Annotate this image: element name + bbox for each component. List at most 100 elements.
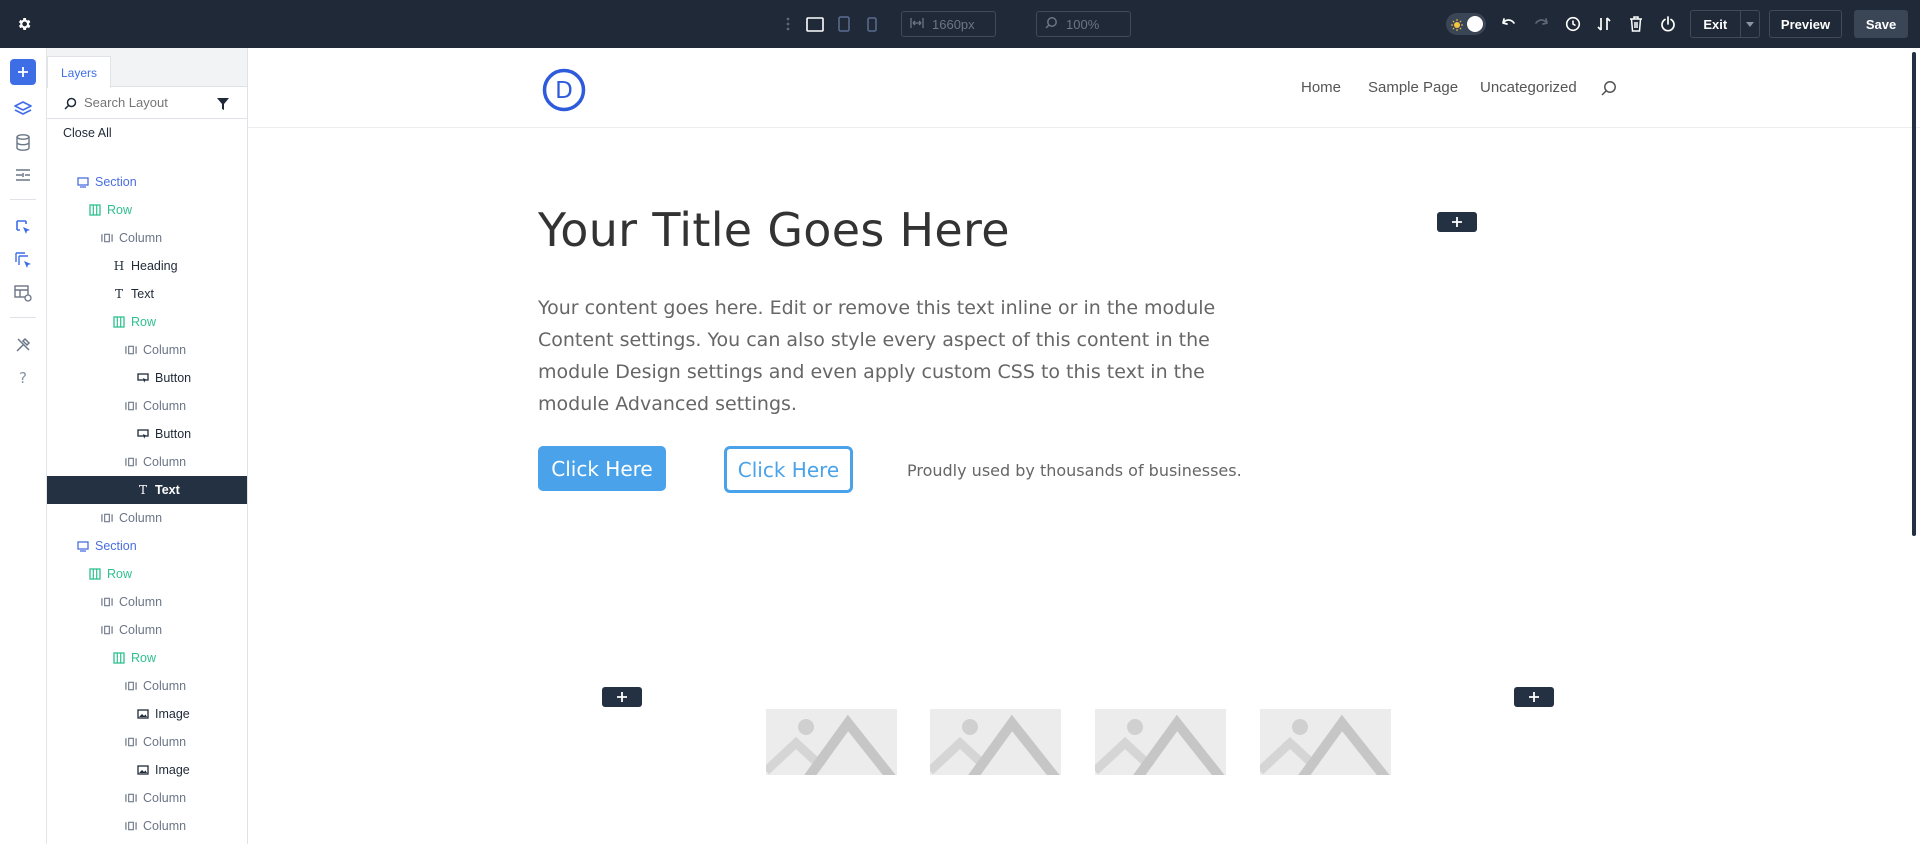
multi-select-icon[interactable] bbox=[10, 247, 36, 273]
image-placeholder[interactable] bbox=[766, 709, 897, 775]
layer-item-column[interactable]: Column bbox=[47, 392, 247, 420]
layer-item-image[interactable]: Image bbox=[47, 756, 247, 784]
more-vertical-icon[interactable] bbox=[782, 14, 794, 34]
layer-item-label: Column bbox=[119, 231, 163, 245]
column-icon bbox=[125, 820, 137, 832]
zoom-field[interactable]: 100% bbox=[1036, 11, 1131, 37]
phone-view-icon[interactable] bbox=[862, 14, 882, 34]
database-icon[interactable] bbox=[10, 129, 36, 155]
page-canvas: D Home Sample Page Uncategorized Your Ti… bbox=[248, 48, 1920, 844]
tab-layers[interactable]: Layers bbox=[47, 56, 111, 88]
layer-item-label: Row bbox=[107, 203, 133, 217]
layer-item-column[interactable]: Column bbox=[47, 728, 247, 756]
text-icon: T bbox=[114, 287, 123, 301]
layer-item-heading[interactable]: H Heading bbox=[47, 252, 247, 280]
theme-toggle[interactable] bbox=[1446, 13, 1486, 35]
nav-sample-page[interactable]: Sample Page bbox=[1368, 79, 1458, 96]
layer-item-column[interactable]: Column bbox=[47, 812, 247, 840]
desktop-view-icon[interactable] bbox=[805, 14, 825, 34]
exit-button[interactable]: Exit bbox=[1690, 10, 1760, 38]
site-logo[interactable]: D bbox=[542, 68, 586, 112]
layer-item-row[interactable]: Row bbox=[47, 308, 247, 336]
column-icon bbox=[125, 736, 137, 748]
layers-panel: Layers Close All Section Row Column H Headin… bbox=[47, 48, 248, 844]
button-icon bbox=[137, 372, 149, 384]
add-module-button[interactable] bbox=[10, 59, 36, 85]
layer-item-label: Text bbox=[131, 287, 154, 301]
column-icon bbox=[101, 512, 113, 524]
history-clock-icon[interactable] bbox=[1563, 14, 1583, 34]
layer-item-column[interactable]: Column bbox=[47, 672, 247, 700]
layers-icon[interactable] bbox=[10, 96, 36, 122]
canvas-width-field[interactable]: 1660px bbox=[901, 11, 996, 37]
sun-icon bbox=[1451, 18, 1463, 36]
layer-item-row[interactable]: Row bbox=[47, 560, 247, 588]
zoom-search-icon bbox=[1045, 16, 1058, 32]
section-icon bbox=[77, 176, 89, 188]
nav-uncategorized[interactable]: Uncategorized bbox=[1480, 79, 1577, 96]
layer-item-column[interactable]: Column bbox=[47, 784, 247, 812]
tools-icon[interactable] bbox=[10, 332, 36, 358]
section-icon bbox=[77, 540, 89, 552]
primary-cta-button[interactable]: Click Here bbox=[538, 446, 666, 491]
toggle-knob bbox=[1467, 16, 1483, 32]
preview-button[interactable]: Preview bbox=[1769, 10, 1842, 38]
help-icon[interactable]: ? bbox=[10, 365, 36, 391]
secondary-cta-button[interactable]: Click Here bbox=[724, 446, 853, 493]
trash-icon[interactable] bbox=[1626, 14, 1646, 34]
redo-icon[interactable] bbox=[1531, 14, 1551, 34]
undo-icon[interactable] bbox=[1499, 14, 1519, 34]
rail-divider bbox=[10, 199, 36, 200]
image-placeholder[interactable] bbox=[930, 709, 1061, 775]
layer-item-column[interactable]: Column bbox=[47, 840, 247, 844]
layer-item-column[interactable]: Column bbox=[47, 224, 247, 252]
layer-item-label: Row bbox=[131, 651, 157, 665]
layer-item-column[interactable]: Column bbox=[47, 504, 247, 532]
add-column-button[interactable] bbox=[1514, 687, 1554, 707]
zoom-value: 100% bbox=[1066, 16, 1100, 32]
portability-sort-icon[interactable] bbox=[1594, 14, 1614, 34]
canvas-scrollbar[interactable] bbox=[1912, 52, 1916, 536]
layer-item-row[interactable]: Row bbox=[47, 196, 247, 224]
layer-item-button[interactable]: Button bbox=[47, 420, 247, 448]
layer-item-column[interactable]: Column bbox=[47, 588, 247, 616]
layer-item-section[interactable]: Section bbox=[47, 532, 247, 560]
layer-item-label: Section bbox=[95, 539, 137, 553]
layer-item-text[interactable]: T Text bbox=[47, 476, 247, 504]
wireframe-select-icon[interactable] bbox=[10, 214, 36, 240]
chevron-down-icon[interactable] bbox=[1739, 11, 1759, 37]
tagline-text[interactable]: Proudly used by thousands of businesses. bbox=[907, 461, 1242, 480]
layer-item-column[interactable]: Column bbox=[47, 616, 247, 644]
add-column-button[interactable] bbox=[1437, 212, 1477, 232]
layer-item-text[interactable]: T Text bbox=[47, 280, 247, 308]
layer-item-button[interactable]: Button bbox=[47, 364, 247, 392]
close-all-link[interactable]: Close All bbox=[63, 126, 112, 140]
nav-search-icon[interactable] bbox=[1600, 80, 1617, 102]
row-icon bbox=[113, 316, 125, 328]
layer-item-column[interactable]: Column bbox=[47, 448, 247, 476]
image-placeholder[interactable] bbox=[1260, 709, 1391, 775]
tablet-view-icon[interactable] bbox=[834, 14, 854, 34]
filter-icon[interactable] bbox=[217, 97, 229, 115]
text-icon: T bbox=[138, 483, 147, 497]
layer-item-section[interactable]: Section bbox=[47, 168, 247, 196]
button-icon bbox=[137, 428, 149, 440]
layer-item-label: Button bbox=[155, 427, 192, 441]
layout-settings-icon[interactable] bbox=[10, 280, 36, 306]
layer-item-image[interactable]: Image bbox=[47, 700, 247, 728]
power-icon[interactable] bbox=[1658, 14, 1678, 34]
hero-body-text[interactable]: Your content goes here. Edit or remove t… bbox=[538, 292, 1258, 420]
layer-item-label: Image bbox=[155, 763, 190, 777]
nav-home[interactable]: Home bbox=[1301, 79, 1341, 96]
hero-title[interactable]: Your Title Goes Here bbox=[538, 203, 1010, 257]
add-column-button[interactable] bbox=[602, 687, 642, 707]
heading-icon: H bbox=[113, 259, 125, 273]
save-button[interactable]: Save bbox=[1854, 10, 1908, 38]
layer-item-row[interactable]: Row bbox=[47, 644, 247, 672]
settings-gear-icon[interactable] bbox=[14, 14, 34, 34]
layer-item-label: Column bbox=[143, 791, 187, 805]
layer-item-column[interactable]: Column bbox=[47, 336, 247, 364]
search-layout-input[interactable] bbox=[84, 95, 214, 110]
image-placeholder[interactable] bbox=[1095, 709, 1226, 775]
page-settings-icon[interactable] bbox=[10, 162, 36, 188]
